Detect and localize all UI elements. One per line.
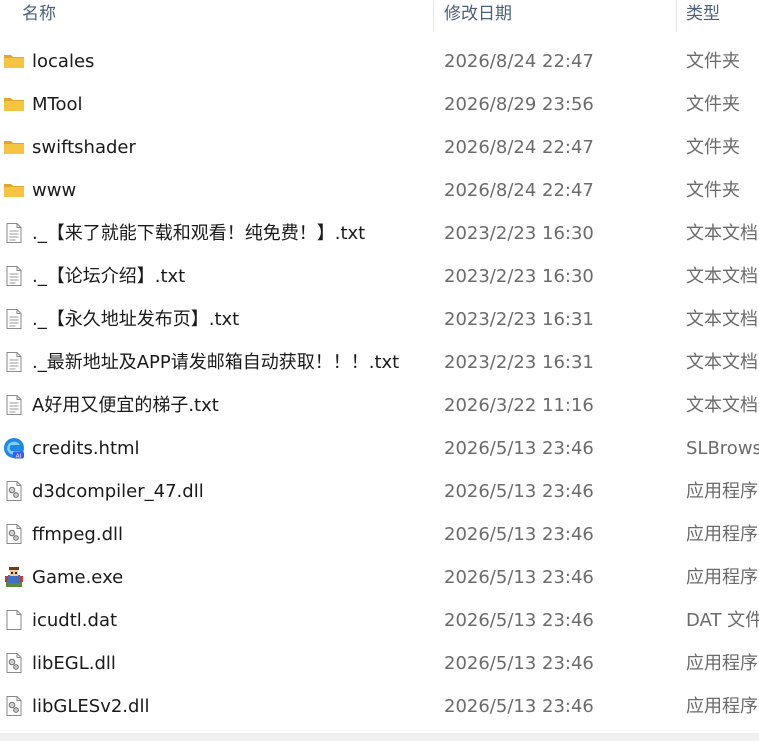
file-modified-date: 2023/2/23 16:30 [444, 266, 594, 287]
file-row[interactable]: libGLESv2.dll 2026/5/13 23:46 应用程序扩展 [0, 685, 759, 728]
file-modified-date: 2026/5/13 23:46 [444, 481, 594, 502]
file-type: 应用程序扩展 [686, 696, 759, 717]
file-type: SLBrowser [686, 438, 759, 459]
file-modified-date: 2026/3/22 11:16 [444, 395, 594, 416]
column-header-bar: 名称 修改日期 类型 [0, 0, 759, 32]
file-modified-date: 2026/8/24 22:47 [444, 180, 594, 201]
column-header-name[interactable]: 名称 [22, 0, 56, 32]
file-row[interactable]: AI credits.html 2026/5/13 23:46 SLBrowser [0, 427, 759, 470]
file-type: 应用程序扩展 [686, 524, 759, 545]
file-row[interactable]: ._【永久地址发布页】.txt 2023/2/23 16:31 文本文档 [0, 298, 759, 341]
file-type: 文本文档 [686, 309, 758, 330]
file-row[interactable]: d3dcompiler_47.dll 2026/5/13 23:46 应用程序扩展 [0, 470, 759, 513]
file-name: MTool [32, 94, 83, 115]
file-row[interactable]: locales 2026/8/24 22:47 文件夹 [0, 40, 759, 83]
text-file-icon [3, 394, 25, 416]
folder-icon [3, 93, 25, 115]
file-modified-date: 2026/8/24 22:47 [444, 51, 594, 72]
text-file-icon [3, 308, 25, 330]
file-name: d3dcompiler_47.dll [32, 481, 204, 502]
file-modified-date: 2023/2/23 16:31 [444, 352, 594, 373]
file-type: 文件夹 [686, 137, 740, 158]
file-type: 应用程序 [686, 567, 758, 588]
file-type: 文本文档 [686, 395, 758, 416]
file-row[interactable]: icudtl.dat 2026/5/13 23:46 DAT 文件 [0, 599, 759, 642]
file-modified-date: 2026/5/13 23:46 [444, 653, 594, 674]
file-type: 应用程序扩展 [686, 481, 759, 502]
file-modified-date: 2026/8/24 22:47 [444, 137, 594, 158]
file-name: ._【来了就能下载和观看！纯免费！】.txt [32, 223, 366, 244]
browser-html-icon: AI [3, 437, 25, 459]
file-type: 文本文档 [686, 223, 758, 244]
text-file-icon [3, 351, 25, 373]
svg-text:AI: AI [16, 453, 22, 459]
file-row[interactable]: MTool 2026/8/29 23:56 文件夹 [0, 83, 759, 126]
column-header-type[interactable]: 类型 [686, 0, 720, 32]
file-name: ._最新地址及APP请发邮箱自动获取！！！.txt [32, 352, 400, 373]
file-row[interactable]: swiftshader 2026/8/24 22:47 文件夹 [0, 126, 759, 169]
file-row[interactable]: www 2026/8/24 22:47 文件夹 [0, 169, 759, 212]
file-name: icudtl.dat [32, 610, 118, 631]
file-type: 应用程序扩展 [686, 653, 759, 674]
horizontal-scrollbar[interactable] [0, 733, 759, 741]
file-modified-date: 2023/2/23 16:31 [444, 309, 594, 330]
file-modified-date: 2026/5/13 23:46 [444, 438, 594, 459]
blank-file-icon [3, 609, 25, 631]
dll-file-icon [3, 480, 25, 502]
file-type: DAT 文件 [686, 610, 759, 631]
file-row[interactable]: Game.exe 2026/5/13 23:46 应用程序 [0, 556, 759, 599]
folder-icon [3, 50, 25, 72]
file-name: ffmpeg.dll [32, 524, 124, 545]
file-explorer-list: 名称 修改日期 类型 locales 2026/8/24 22:47 文件夹 MToo… [0, 0, 759, 741]
file-row[interactable]: A好用又便宜的梯子.txt 2026/3/22 11:16 文本文档 [0, 384, 759, 427]
file-type: 文件夹 [686, 180, 740, 201]
file-row[interactable]: ._最新地址及APP请发邮箱自动获取！！！.txt 2023/2/23 16:31… [0, 341, 759, 384]
column-header-date[interactable]: 修改日期 [444, 0, 512, 32]
dll-file-icon [3, 695, 25, 717]
text-file-icon [3, 222, 25, 244]
dll-file-icon [3, 652, 25, 674]
file-row[interactable]: ._【论坛介绍】.txt 2023/2/23 16:30 文本文档 [0, 255, 759, 298]
file-name: swiftshader [32, 137, 136, 158]
file-type: 文本文档 [686, 266, 758, 287]
file-modified-date: 2026/5/13 23:46 [444, 567, 594, 588]
file-modified-date: 2026/5/13 23:46 [444, 696, 594, 717]
file-name: credits.html [32, 438, 140, 459]
file-name: libGLESv2.dll [32, 696, 150, 717]
dll-file-icon [3, 523, 25, 545]
column-divider[interactable] [676, 0, 677, 32]
file-modified-date: 2023/2/23 16:30 [444, 223, 594, 244]
file-name: A好用又便宜的梯子.txt [32, 395, 219, 416]
file-name: locales [32, 51, 95, 72]
file-type: 文件夹 [686, 94, 740, 115]
file-row[interactable]: ._【来了就能下载和观看！纯免费！】.txt 2023/2/23 16:30 文本文… [0, 212, 759, 255]
file-type: 文本文档 [686, 352, 758, 373]
file-modified-date: 2026/8/29 23:56 [444, 94, 594, 115]
file-name: www [32, 180, 77, 201]
file-modified-date: 2026/5/13 23:46 [444, 610, 594, 631]
folder-icon [3, 179, 25, 201]
folder-icon [3, 136, 25, 158]
file-name: ._【永久地址发布页】.txt [32, 309, 240, 330]
column-divider[interactable] [433, 0, 434, 32]
file-name: libEGL.dll [32, 653, 116, 674]
file-name: ._【论坛介绍】.txt [32, 266, 186, 287]
file-row[interactable]: ffmpeg.dll 2026/5/13 23:46 应用程序扩展 [0, 513, 759, 556]
file-row[interactable]: libEGL.dll 2026/5/13 23:46 应用程序扩展 [0, 642, 759, 685]
file-type: 文件夹 [686, 51, 740, 72]
game-exe-icon [3, 566, 25, 588]
file-list: locales 2026/8/24 22:47 文件夹 MTool 2026/8/29 … [0, 40, 759, 728]
file-modified-date: 2026/5/13 23:46 [444, 524, 594, 545]
file-name: Game.exe [32, 567, 124, 588]
text-file-icon [3, 265, 25, 287]
